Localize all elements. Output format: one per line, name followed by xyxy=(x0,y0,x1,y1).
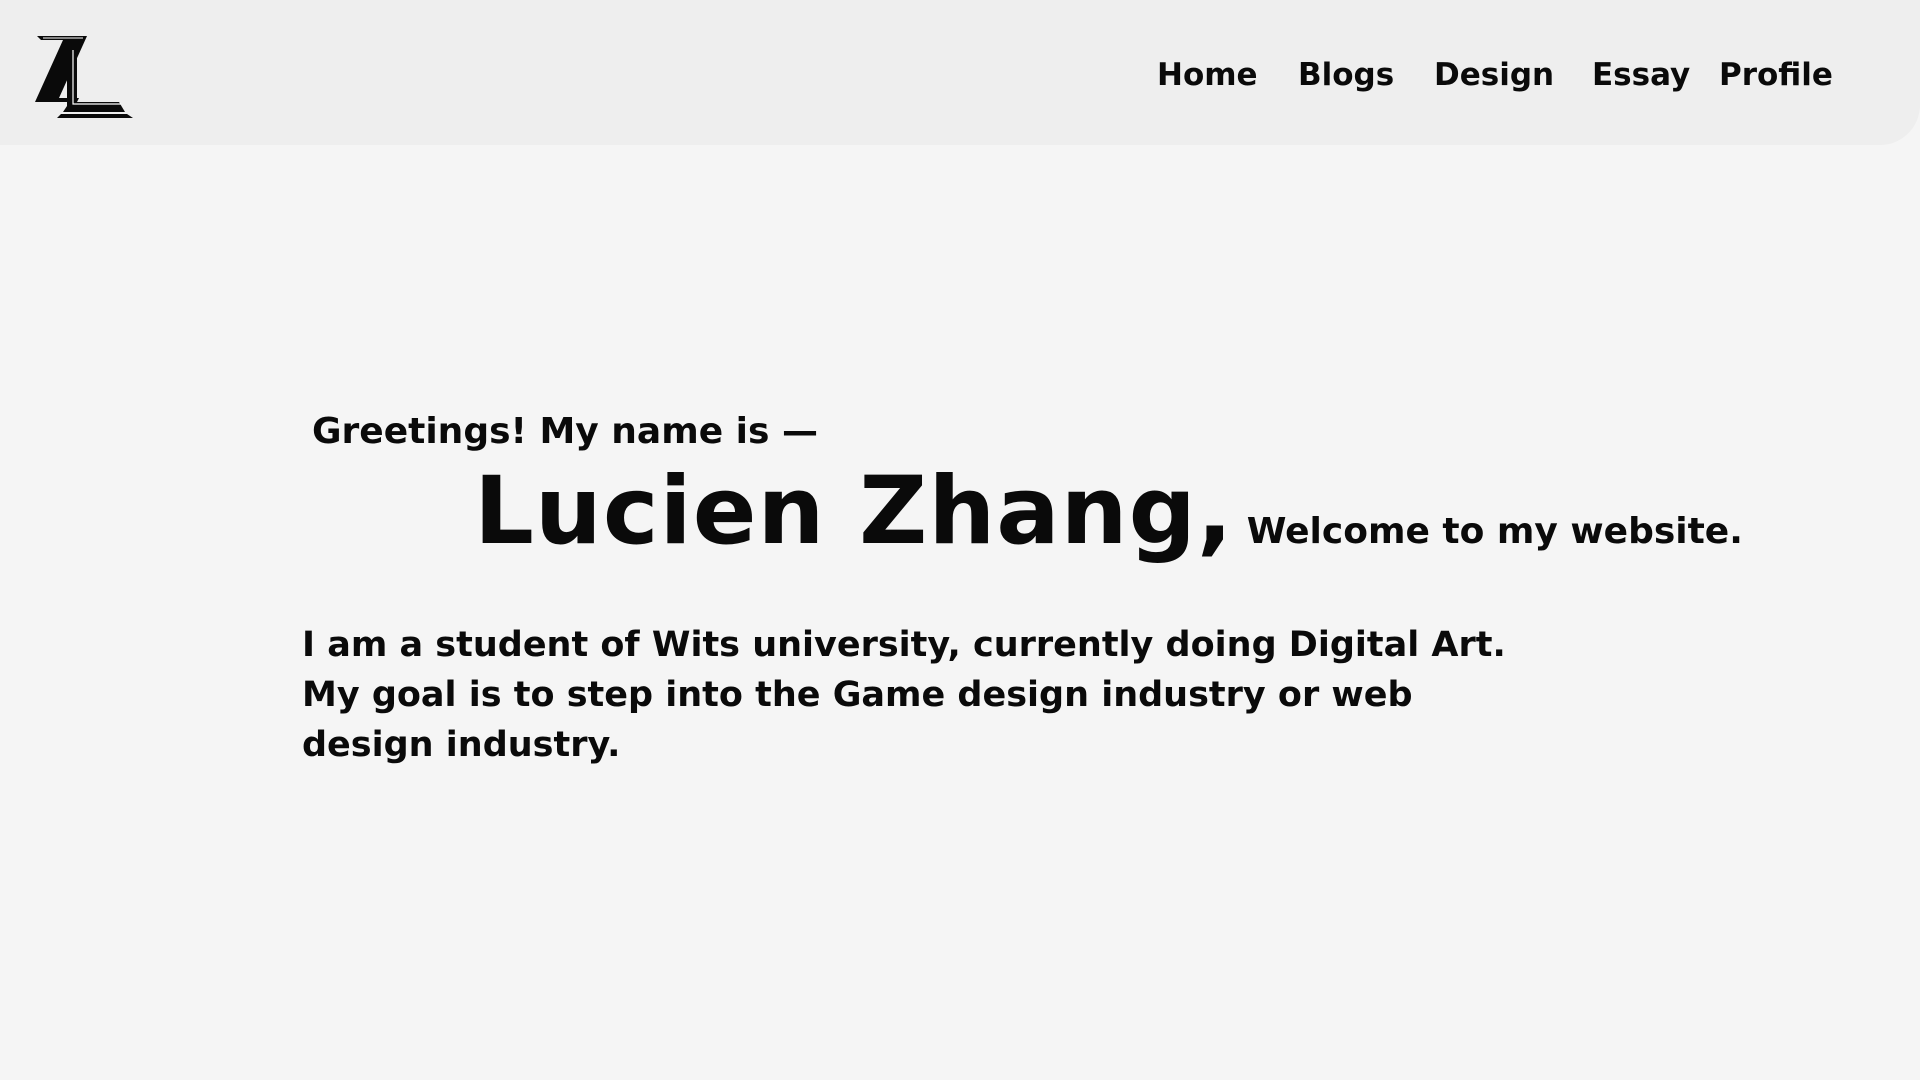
nav-blogs-link[interactable]: Blogs xyxy=(1298,52,1394,98)
author-name: Lucien Zhang, xyxy=(474,457,1234,566)
name-line: Lucien Zhang, Welcome to my website. xyxy=(474,452,1743,572)
bio-line: I am a student of Wits university, curre… xyxy=(302,625,1506,665)
nav-profile-link[interactable]: Profile xyxy=(1719,52,1833,98)
nav-essay-link[interactable]: Essay xyxy=(1592,52,1690,98)
bio-line: design industry. xyxy=(302,725,621,765)
nav-home-link[interactable]: Home xyxy=(1157,52,1258,98)
greeting-text: Greetings! My name is — xyxy=(312,411,818,452)
site-header: Home Blogs Design Essay Profile xyxy=(0,0,1920,145)
welcome-text: Welcome to my website. xyxy=(1246,511,1743,552)
bio-line: My goal is to step into the Game design … xyxy=(302,675,1413,715)
bio-paragraph: I am a student of Wits university, curre… xyxy=(302,620,1506,770)
nav-design-link[interactable]: Design xyxy=(1434,52,1554,98)
main-nav: Home Blogs Design Essay Profile xyxy=(0,52,1920,98)
